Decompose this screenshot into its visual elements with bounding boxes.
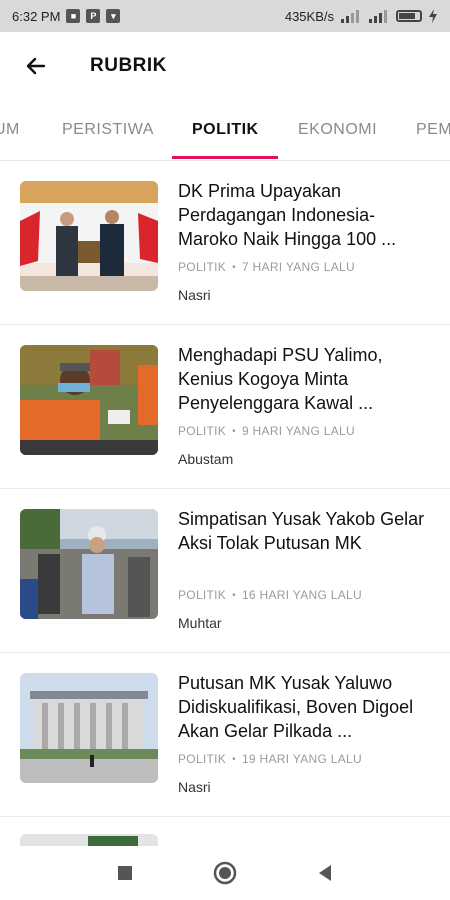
article-title: DK Prima Upayakan Perdagangan Indonesia-… bbox=[178, 181, 397, 249]
tab-peristiwa[interactable]: PERISTIWA bbox=[62, 100, 154, 160]
charging-icon bbox=[429, 9, 437, 23]
page-title: RUBRIK bbox=[90, 55, 167, 76]
back-nav-button[interactable] bbox=[310, 858, 340, 888]
article-thumbnail bbox=[20, 181, 158, 291]
meta-separator: • bbox=[232, 753, 236, 765]
article-title: Simpatisan Yusak Yakob Gelar Aksi Tolak … bbox=[178, 509, 425, 553]
app-bar: RUBRIK bbox=[0, 32, 450, 100]
tab-umum[interactable]: UM bbox=[0, 100, 20, 160]
article-time: 16 HARI YANG LALU bbox=[241, 588, 362, 602]
article-title: Menghadapi PSU Yalimo, Kenius Kogoya Min… bbox=[178, 345, 383, 413]
article-author: Abustam bbox=[178, 451, 234, 467]
mobile-signal-icon bbox=[341, 10, 359, 23]
status-right: 435KB/s bbox=[285, 9, 438, 24]
tab-politik[interactable]: POLITIK bbox=[192, 100, 259, 160]
article-title: Putusan MK Yusak Yaluwo Didiskualifikasi… bbox=[178, 673, 414, 741]
battery-icon bbox=[396, 10, 422, 22]
next-article-peek bbox=[0, 818, 450, 848]
article-meta: POLITIK • 16 HARI YANG LALU bbox=[178, 588, 362, 602]
category-tabs: UM PERISTIWA POLITIK EKONOMI PEM bbox=[0, 100, 450, 161]
article-item[interactable]: Menghadapi PSU Yalimo, Kenius Kogoya Min… bbox=[0, 325, 450, 489]
article-item[interactable]: DK Prima Upayakan Perdagangan Indonesia-… bbox=[0, 161, 450, 325]
article-thumbnail bbox=[20, 509, 158, 619]
article-category: POLITIK bbox=[178, 424, 227, 438]
article-time: 19 HARI YANG LALU bbox=[241, 752, 362, 766]
home-button[interactable] bbox=[210, 858, 240, 888]
recents-button[interactable] bbox=[110, 858, 140, 888]
article-item[interactable]: Simpatisan Yusak Yakob Gelar Aksi Tolak … bbox=[0, 489, 450, 653]
article-thumbnail bbox=[20, 345, 158, 455]
circle-icon bbox=[213, 861, 237, 885]
article-meta: POLITIK • 9 HARI YANG LALU bbox=[178, 424, 355, 438]
trash-icon: ▾ bbox=[106, 9, 121, 23]
article-author: Muhtar bbox=[178, 615, 222, 631]
status-time: 6:32 PM bbox=[12, 8, 61, 24]
article-list: DK Prima Upayakan Perdagangan Indonesia-… bbox=[0, 161, 450, 817]
article-time: 7 HARI YANG LALU bbox=[241, 260, 356, 274]
triangle-back-icon bbox=[319, 865, 331, 881]
system-nav-bar bbox=[0, 846, 450, 900]
article-category: POLITIK bbox=[178, 260, 227, 274]
arrow-left-icon bbox=[26, 57, 46, 75]
article-category: POLITIK bbox=[178, 752, 227, 766]
meta-separator: • bbox=[232, 589, 236, 601]
active-tab-indicator bbox=[172, 156, 278, 159]
parking-app-icon: P bbox=[86, 9, 101, 23]
article-time: 9 HARI YANG LALU bbox=[241, 424, 356, 438]
meta-separator: • bbox=[232, 261, 236, 273]
article-thumbnail bbox=[20, 673, 158, 783]
mobile-signal-icon-2 bbox=[369, 10, 387, 23]
back-button[interactable] bbox=[12, 42, 60, 90]
article-author: Nasri bbox=[178, 779, 211, 795]
tab-pemerintahan[interactable]: PEM bbox=[416, 100, 450, 160]
article-author: Nasri bbox=[178, 287, 211, 303]
network-speed: 435KB/s bbox=[284, 8, 334, 24]
article-item[interactable]: Putusan MK Yusak Yaluwo Didiskualifikasi… bbox=[0, 653, 450, 817]
tab-ekonomi[interactable]: EKONOMI bbox=[298, 100, 377, 160]
article-meta: POLITIK • 19 HARI YANG LALU bbox=[178, 752, 362, 766]
status-left: 6:32 PM ■ P ▾ bbox=[12, 8, 121, 24]
article-category: POLITIK bbox=[178, 588, 227, 602]
square-icon bbox=[118, 866, 132, 880]
notification-app-icon: ■ bbox=[66, 9, 81, 23]
meta-separator: • bbox=[232, 425, 236, 437]
status-bar: 6:32 PM ■ P ▾ 435KB/s bbox=[0, 0, 450, 32]
article-meta: POLITIK • 7 HARI YANG LALU bbox=[178, 260, 355, 274]
